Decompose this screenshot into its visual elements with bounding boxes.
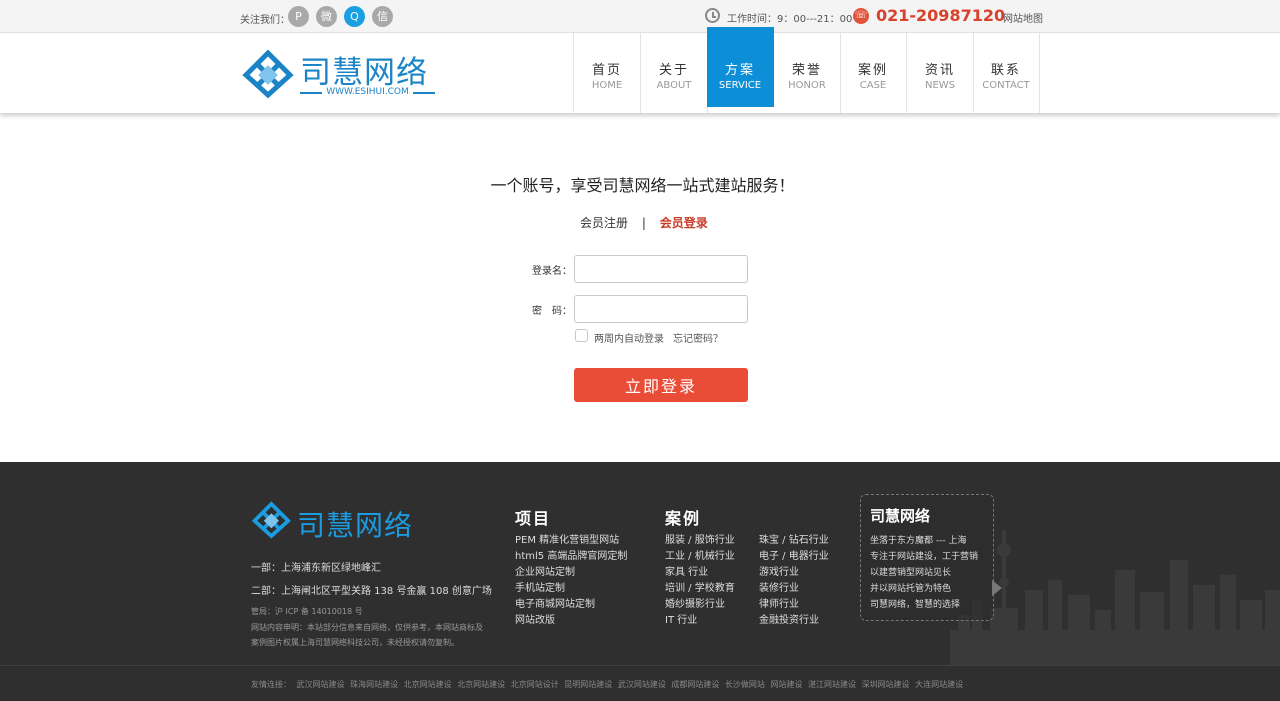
footer-cases-list-2: 珠宝 / 钻石行业 电子 / 电器行业 游戏行业 装修行业 律师行业 金融投资行… bbox=[759, 533, 829, 629]
main-nav: 首页 HOME 关于 ABOUT 方案 SERVICE 荣誉 HONOR 案例 … bbox=[573, 27, 1040, 113]
work-hours: 工作时间：9：00---21：00 bbox=[727, 14, 853, 25]
footer-divider bbox=[0, 665, 1280, 666]
wechat-icon[interactable]: 信 bbox=[372, 6, 393, 27]
nav-item-about[interactable]: 关于 ABOUT bbox=[641, 33, 708, 113]
footer-about-list: 坐落于东方魔都 --- 上海 专注于网站建设，工于营销 以建营销型网站见长 并以… bbox=[870, 533, 978, 613]
footer-cases-list-1: 服装 / 服饰行业 工业 / 机械行业 家具 行业 培训 / 学校教育 婚纱摄影… bbox=[665, 533, 735, 629]
tab-register[interactable]: 会员注册 bbox=[580, 216, 628, 230]
footer-about-line: 以建营销型网站见长 bbox=[870, 568, 952, 578]
weibo-icon[interactable]: 微 bbox=[316, 6, 337, 27]
follow-us-label: 关注我们： bbox=[240, 15, 290, 26]
top-bar: 关注我们： P 微 Q 信 工作时间：9：00---21：00 ☏ 021-20… bbox=[0, 0, 1280, 33]
logo-icon[interactable] bbox=[240, 49, 295, 99]
nav-item-case[interactable]: 案例 CASE bbox=[840, 33, 907, 113]
tab-login[interactable]: 会员登录 bbox=[660, 216, 708, 230]
qq-icon[interactable]: Q bbox=[344, 6, 365, 27]
page-slogan: 一个账号，享受司慧网络一站式建站服务！ bbox=[490, 176, 795, 195]
phone-number: 021-20987120 bbox=[876, 6, 1006, 25]
friend-link[interactable]: 武汉网站建设 bbox=[297, 680, 345, 689]
footer-case-link[interactable]: IT 行业 bbox=[665, 613, 735, 629]
username-input[interactable] bbox=[574, 255, 748, 283]
footer-project-link[interactable]: PEM 精准化营销型网站 bbox=[515, 533, 627, 549]
friend-link[interactable]: 大连网站建设 bbox=[915, 680, 963, 689]
footer-case-link[interactable]: 金融投资行业 bbox=[759, 613, 829, 629]
friend-link[interactable]: 珠海网站建设 bbox=[350, 680, 398, 689]
logo-url: WWW.ESIHUI.COM bbox=[300, 87, 435, 97]
footer-project-link[interactable]: 网站改版 bbox=[515, 613, 627, 629]
footer-about-line: 并以网站托管为特色 bbox=[870, 584, 952, 594]
about-box-pointer bbox=[992, 580, 1002, 596]
footer-logo-icon[interactable] bbox=[250, 500, 292, 540]
friend-links: 友情连接： 武汉网站建设 珠海网站建设 北京网站建设 北京网站建设 北京网站设计… bbox=[251, 679, 966, 690]
footer-address-1: 一部：上海浦东新区绿地峰汇 bbox=[251, 563, 381, 574]
friend-link[interactable]: 北京网站建设 bbox=[457, 680, 505, 689]
footer-case-link[interactable]: 家具 行业 bbox=[665, 565, 735, 581]
footer-project-link[interactable]: 电子商城网站定制 bbox=[515, 597, 627, 613]
footer-about-line: 坐落于东方魔都 --- 上海 bbox=[870, 536, 967, 546]
footer-projects-title: 项目 bbox=[515, 509, 552, 528]
footer-case-link[interactable]: 培训 / 学校教育 bbox=[665, 581, 735, 597]
footer-notice: 网站内容申明：本站部分信息来自网络，仅供参考，本网站商标及案例图片权属上海司慧网… bbox=[251, 623, 483, 647]
remember-checkbox[interactable] bbox=[575, 329, 588, 342]
footer-case-link[interactable]: 律师行业 bbox=[759, 597, 829, 613]
friend-link[interactable]: 昆明网站建设 bbox=[564, 680, 612, 689]
forgot-password-link[interactable]: 忘记密码？ bbox=[673, 330, 723, 345]
password-label: 密 码： bbox=[532, 306, 572, 317]
friend-link[interactable]: 武汉网站建设 bbox=[618, 680, 666, 689]
friend-link[interactable]: 长沙做网站 bbox=[725, 680, 765, 689]
nav-item-home[interactable]: 首页 HOME bbox=[574, 33, 641, 113]
footer-about-title: 司慧网络 bbox=[870, 507, 931, 525]
footer-icp: 管局：沪 ICP 备 14010018 号 bbox=[251, 607, 363, 616]
footer-address-2: 二部：上海闸北区平型关路 138 号金赢 108 创意广场 bbox=[251, 586, 492, 597]
pinterest-icon[interactable]: P bbox=[288, 6, 309, 27]
logo-text[interactable]: 司慧网络 bbox=[300, 47, 428, 92]
clock-icon bbox=[705, 8, 720, 23]
footer-case-link[interactable]: 工业 / 机械行业 bbox=[665, 549, 735, 565]
sitemap-link[interactable]: 网站地图 bbox=[1003, 10, 1043, 25]
footer-case-link[interactable]: 婚纱摄影行业 bbox=[665, 597, 735, 613]
friend-link[interactable]: 成都网站建设 bbox=[671, 680, 719, 689]
friend-link[interactable]: 深圳网站建设 bbox=[862, 680, 910, 689]
footer-about-line: 专注于网站建设，工于营销 bbox=[870, 552, 979, 562]
footer-project-link[interactable]: 企业网站定制 bbox=[515, 565, 627, 581]
password-input[interactable] bbox=[574, 295, 748, 323]
footer-project-link[interactable]: 手机站定制 bbox=[515, 581, 627, 597]
tab-separator: | bbox=[641, 216, 646, 230]
remember-label[interactable]: 两周内自动登录 bbox=[594, 330, 664, 345]
footer-about-line: 司慧网络，智慧的选择 bbox=[870, 600, 961, 610]
friend-link[interactable]: 北京网站建设 bbox=[404, 680, 452, 689]
nav-item-contact[interactable]: 联系 CONTACT bbox=[973, 33, 1040, 113]
phone-icon: ☏ bbox=[853, 8, 869, 24]
footer-project-link[interactable]: html5 高端品牌官网定制 bbox=[515, 549, 627, 565]
footer-cases-title: 案例 bbox=[665, 509, 702, 528]
footer-case-link[interactable]: 电子 / 电器行业 bbox=[759, 549, 829, 565]
footer-case-link[interactable]: 服装 / 服饰行业 bbox=[665, 533, 735, 549]
friend-links-label: 友情连接： bbox=[251, 680, 291, 689]
username-label: 登录名： bbox=[532, 266, 572, 277]
friend-link[interactable]: 湛江网站建设 bbox=[808, 680, 856, 689]
footer-logo-text[interactable]: 司慧网络 bbox=[297, 504, 413, 544]
auth-tabs: 会员注册 | 会员登录 bbox=[580, 214, 708, 231]
footer-projects-list: PEM 精准化营销型网站 html5 高端品牌官网定制 企业网站定制 手机站定制… bbox=[515, 533, 627, 629]
nav-item-service[interactable]: 方案 SERVICE bbox=[707, 27, 774, 107]
friend-link[interactable]: 北京网站设计 bbox=[511, 680, 559, 689]
login-button[interactable]: 立即登录 bbox=[574, 368, 748, 402]
site-header: 司慧网络 WWW.ESIHUI.COM 首页 HOME 关于 ABOUT 方案 … bbox=[0, 27, 1280, 113]
friend-link[interactable]: 网站建设 bbox=[770, 680, 802, 689]
nav-item-news[interactable]: 资讯 NEWS bbox=[907, 33, 974, 113]
nav-item-honor[interactable]: 荣誉 HONOR bbox=[774, 33, 841, 113]
footer-case-link[interactable]: 装修行业 bbox=[759, 581, 829, 597]
footer-case-link[interactable]: 游戏行业 bbox=[759, 565, 829, 581]
footer-case-link[interactable]: 珠宝 / 钻石行业 bbox=[759, 533, 829, 549]
